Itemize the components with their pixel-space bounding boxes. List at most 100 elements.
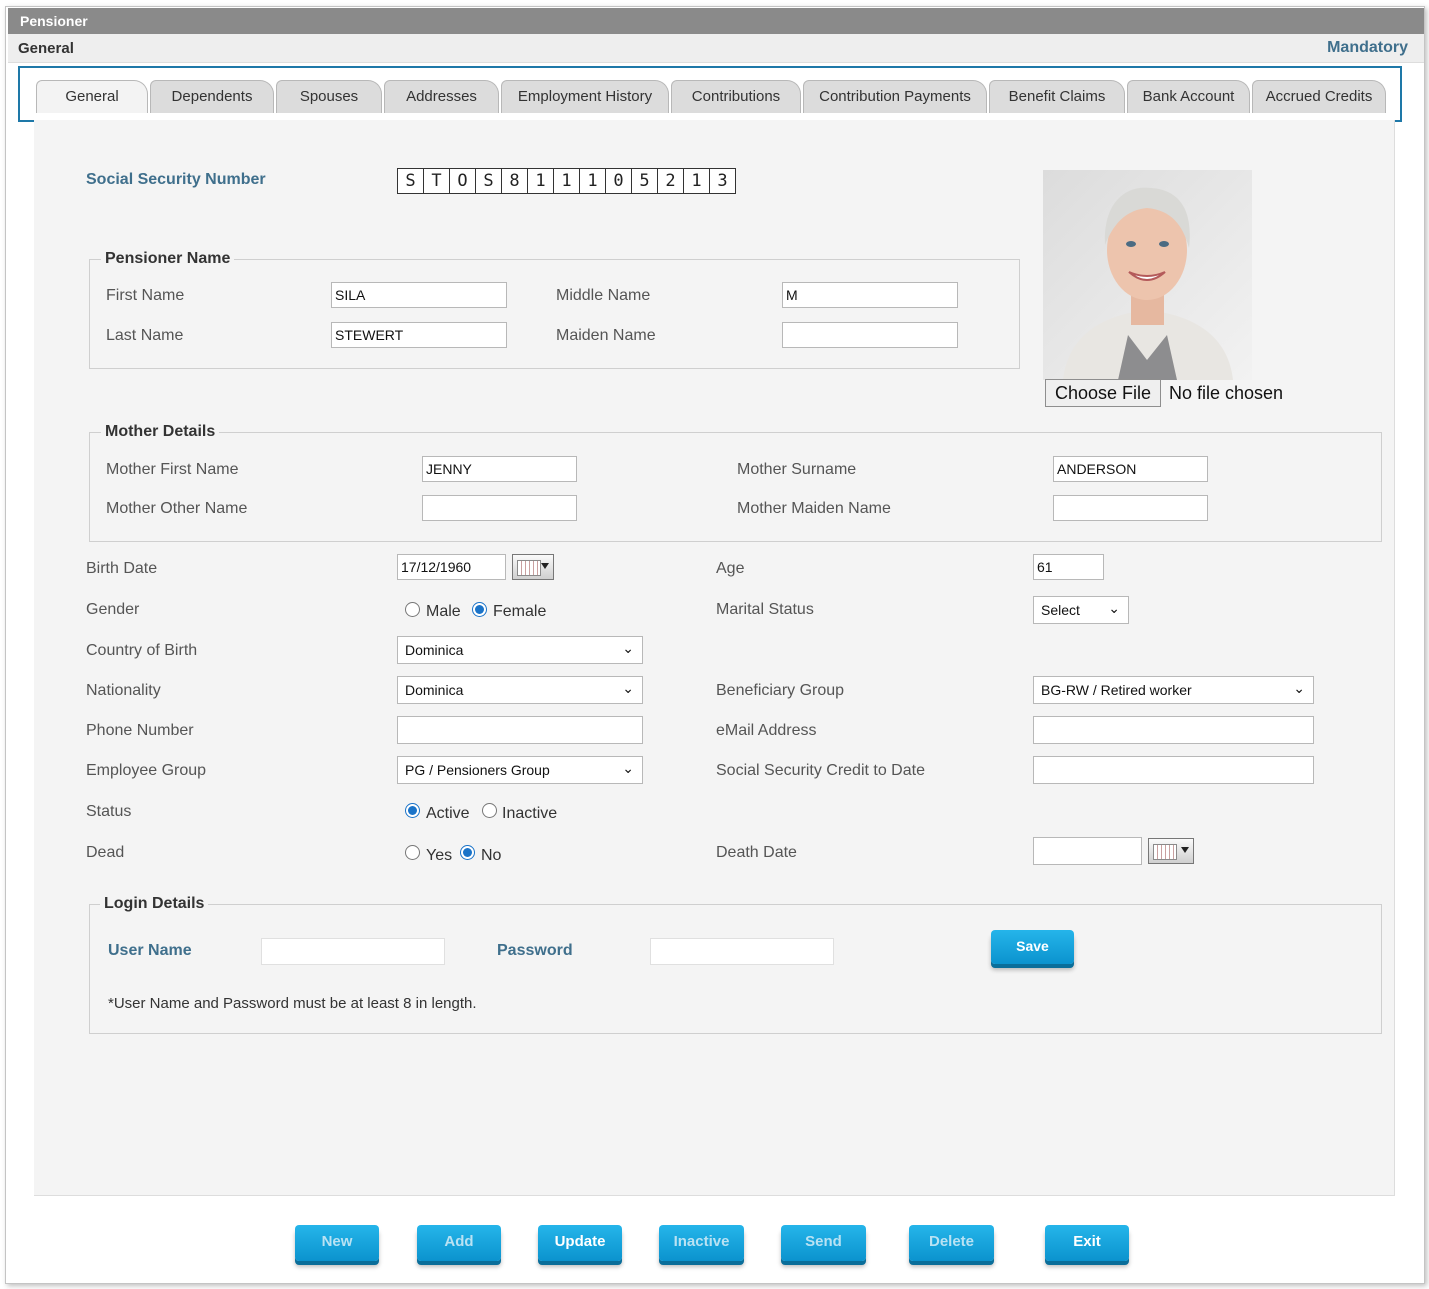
dead-yes-label: Yes	[426, 847, 453, 864]
mother-first-name-input[interactable]: JENNY	[422, 456, 577, 482]
add-button[interactable]: Add	[417, 1225, 501, 1261]
tab-employment-history[interactable]: Employment History	[501, 80, 669, 113]
mother-maiden-name-input[interactable]	[1053, 495, 1208, 521]
save-button[interactable]: Save	[991, 930, 1074, 964]
tab-addresses[interactable]: Addresses	[384, 80, 499, 113]
ssn-char: 1	[527, 168, 554, 194]
mother-details-group	[89, 432, 1382, 542]
mother-surname-input[interactable]: ANDERSON	[1053, 456, 1208, 482]
ssn-char: 5	[631, 168, 658, 194]
send-button[interactable]: Send	[781, 1225, 866, 1261]
ssn-char: 8	[501, 168, 528, 194]
middle-name-label: Middle Name	[556, 287, 651, 304]
phone-number-input[interactable]	[397, 716, 643, 744]
death-date-calendar-icon[interactable]	[1148, 838, 1194, 864]
chevron-down-icon: ⌄	[1108, 600, 1120, 616]
tab-general[interactable]: General	[36, 80, 148, 113]
user-name-input[interactable]	[261, 938, 445, 965]
section-title: General	[18, 40, 74, 57]
ssn-char: T	[423, 168, 450, 194]
gender-label: Gender	[86, 601, 140, 618]
country-of-birth-select[interactable]: Dominica ⌄	[397, 636, 643, 664]
country-of-birth-value: Dominica	[405, 642, 464, 658]
employee-group-value: PG / Pensioners Group	[405, 762, 550, 778]
inactive-button[interactable]: Inactive	[659, 1225, 744, 1261]
last-name-label: Last Name	[106, 327, 184, 344]
employee-group-select[interactable]: PG / Pensioners Group ⌄	[397, 756, 643, 784]
chevron-down-icon: ⌄	[1293, 680, 1305, 696]
new-button[interactable]: New	[295, 1225, 379, 1261]
mother-other-name-input[interactable]	[422, 495, 577, 521]
no-file-text: No file chosen	[1169, 383, 1284, 403]
tab-contribution-payments[interactable]: Contribution Payments	[803, 80, 987, 113]
death-date-label: Death Date	[716, 844, 797, 861]
delete-button[interactable]: Delete	[909, 1225, 994, 1261]
ssn-label: Social Security Number	[86, 171, 266, 188]
nationality-label: Nationality	[86, 682, 161, 699]
nationality-value: Dominica	[405, 682, 464, 698]
dead-no-radio[interactable]	[460, 845, 475, 860]
tab-spouses[interactable]: Spouses	[276, 80, 382, 113]
login-note: *User Name and Password must be at least…	[108, 995, 477, 1012]
mother-other-name-label: Mother Other Name	[106, 500, 248, 517]
beneficiary-group-select[interactable]: BG-RW / Retired worker ⌄	[1033, 676, 1314, 704]
status-inactive-radio[interactable]	[482, 803, 497, 818]
ssn-char: 0	[605, 168, 632, 194]
gender-male-label: Male	[426, 603, 461, 620]
tab-benefit-claims[interactable]: Benefit Claims	[989, 80, 1125, 113]
age-input[interactable]: 61	[1033, 554, 1104, 580]
ss-credit-label: Social Security Credit to Date	[716, 762, 925, 779]
user-name-label: User Name	[108, 942, 192, 959]
status-inactive-label: Inactive	[502, 805, 558, 822]
first-name-input[interactable]: SILA	[331, 282, 507, 308]
middle-name-input[interactable]: M	[782, 282, 958, 308]
birth-date-calendar-icon[interactable]	[512, 554, 554, 580]
ssn-char: 1	[683, 168, 710, 194]
chevron-down-icon: ⌄	[622, 640, 634, 656]
dead-no-label: No	[481, 847, 502, 864]
ss-credit-input[interactable]	[1033, 756, 1314, 784]
gender-female-radio[interactable]	[472, 602, 487, 617]
chevron-down-icon: ⌄	[622, 760, 634, 776]
first-name-label: First Name	[106, 287, 185, 304]
birth-date-label: Birth Date	[86, 560, 158, 577]
password-input[interactable]	[650, 938, 834, 965]
gender-male-radio[interactable]	[405, 602, 420, 617]
tab-bar: General Dependents Spouses Addresses Emp…	[18, 66, 1402, 122]
password-label: Password	[497, 942, 573, 959]
maiden-name-input[interactable]	[782, 322, 958, 348]
section-bar: General Mandatory	[8, 34, 1424, 63]
mother-details-legend: Mother Details	[101, 423, 220, 441]
marital-status-select[interactable]: Select ⌄	[1033, 596, 1129, 624]
portrait-image	[1063, 187, 1233, 380]
death-date-input[interactable]	[1033, 837, 1142, 865]
beneficiary-group-value: BG-RW / Retired worker	[1041, 682, 1192, 698]
email-input[interactable]	[1033, 716, 1314, 744]
marital-status-label: Marital Status	[716, 601, 814, 618]
exit-button[interactable]: Exit	[1045, 1225, 1129, 1261]
ssn-char: S	[397, 168, 424, 194]
tab-accrued-credits[interactable]: Accrued Credits	[1252, 80, 1386, 113]
update-button[interactable]: Update	[538, 1225, 622, 1261]
pensioner-photo	[1043, 170, 1252, 380]
pensioner-name-group	[89, 259, 1020, 369]
birth-date-input[interactable]: 17/12/1960	[397, 554, 506, 580]
marital-status-value: Select	[1041, 602, 1080, 618]
ssn-char: 1	[579, 168, 606, 194]
ssn-char: 1	[553, 168, 580, 194]
ssn-char: 2	[657, 168, 684, 194]
age-label: Age	[716, 560, 745, 577]
last-name-input[interactable]: STEWERT	[331, 322, 507, 348]
choose-file-button[interactable]: Choose File	[1045, 379, 1161, 407]
nationality-select[interactable]: Dominica ⌄	[397, 676, 643, 704]
tab-dependents[interactable]: Dependents	[150, 80, 274, 113]
status-active-label: Active	[426, 805, 470, 822]
mandatory-label: Mandatory	[1327, 39, 1408, 56]
dead-yes-radio[interactable]	[405, 845, 420, 860]
tab-contributions[interactable]: Contributions	[671, 80, 801, 113]
title-bar: Pensioner	[8, 8, 1424, 34]
mother-surname-label: Mother Surname	[737, 461, 857, 478]
pensioner-name-legend: Pensioner Name	[101, 250, 235, 268]
tab-bank-account[interactable]: Bank Account	[1127, 80, 1250, 113]
status-active-radio[interactable]	[405, 803, 420, 818]
